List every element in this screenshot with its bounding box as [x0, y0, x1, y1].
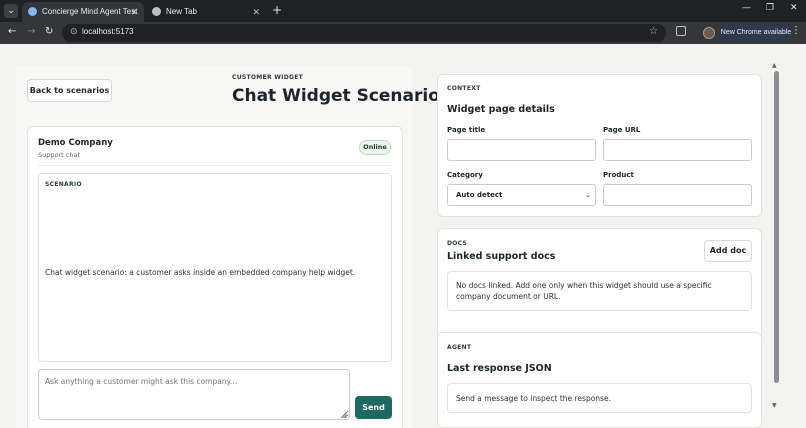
docs-empty-state: No docs linked. Add one only when this w…	[447, 271, 752, 311]
minimize-icon[interactable]: —	[742, 3, 751, 13]
tab-concierge[interactable]: Concierge Mind Agent Test ✕	[22, 2, 144, 22]
company-name: Demo Company	[38, 138, 113, 148]
page-title: Chat Widget Scenario	[232, 86, 440, 106]
extensions-icon[interactable]	[676, 26, 686, 36]
context-title: Widget page details	[447, 104, 555, 115]
tab-search-icon[interactable]: ⌄	[4, 4, 18, 18]
chrome-update-chip[interactable]: New Chrome available	[720, 25, 792, 41]
agent-title: Last response JSON	[447, 363, 552, 374]
chevron-down-icon: ⌄	[585, 191, 591, 199]
company-subtitle: Support chat	[38, 151, 80, 159]
docs-empty-line: company document or URL.	[456, 292, 561, 301]
chat-header-divider	[38, 165, 392, 166]
address-bar[interactable]: ⊙ localhost:5173 ☆	[62, 24, 666, 42]
status-badge: Online	[359, 140, 391, 155]
tab-new-tab[interactable]: New Tab ✕	[146, 2, 266, 22]
tab-close-icon[interactable]: ✕	[130, 3, 138, 21]
chrome-favicon-icon	[152, 7, 161, 16]
new-tab-plus-icon[interactable]: +	[272, 3, 282, 17]
profile-avatar[interactable]	[703, 27, 715, 39]
kebab-menu-icon[interactable]: ⋮	[791, 25, 801, 36]
bookmark-star-icon[interactable]: ☆	[649, 26, 658, 37]
page-viewport: Back to scenarios CUSTOMER WIDGET Chat W…	[0, 44, 806, 428]
site-info-icon[interactable]: ⊙	[70, 27, 78, 37]
scroll-down-arrow-icon[interactable]: ▼	[772, 402, 777, 409]
add-doc-button[interactable]: Add doc	[704, 240, 752, 262]
address-url: localhost:5173	[82, 27, 134, 36]
category-selected-value: Auto detect	[456, 191, 503, 199]
tab-title: New Tab	[166, 7, 197, 16]
window-close-icon[interactable]: ✕	[790, 3, 798, 13]
back-to-scenarios-button[interactable]: Back to scenarios	[27, 79, 112, 102]
page-title-input[interactable]	[447, 139, 596, 161]
chat-message-input[interactable]	[38, 369, 350, 420]
tab-close-icon[interactable]: ✕	[252, 3, 260, 21]
scenario-label: SCENARIO	[45, 181, 82, 188]
agent-empty-text: Send a message to inspect the response.	[456, 394, 611, 403]
resize-grip-icon[interactable]: ◢	[342, 412, 347, 419]
scrollbar-thumb[interactable]	[774, 71, 779, 383]
tab-title: Concierge Mind Agent Test	[42, 7, 138, 16]
agent-eyebrow: AGENT	[447, 344, 472, 351]
page-url-input[interactable]	[603, 139, 752, 161]
reload-icon[interactable]: ↻	[45, 25, 53, 39]
page-eyebrow: CUSTOMER WIDGET	[232, 74, 304, 81]
forward-arrow-icon[interactable]: →	[27, 25, 35, 39]
browser-tab-strip: ⌄ Concierge Mind Agent Test ✕ New Tab ✕ …	[0, 0, 806, 22]
agent-card	[437, 332, 762, 428]
product-label: Product	[603, 171, 634, 179]
restore-icon[interactable]: ❐	[766, 3, 774, 13]
send-button[interactable]: Send	[355, 396, 392, 419]
browser-toolbar: ← → ↻ ⊙ localhost:5173 ☆ New Chrome avai…	[0, 22, 806, 44]
docs-eyebrow: DOCS	[447, 240, 468, 247]
docs-empty-line: No docs linked. Add one only when this w…	[456, 281, 712, 290]
tab-favicon-icon	[28, 7, 37, 16]
scenario-message: Chat widget scenario: a customer asks in…	[45, 268, 356, 277]
category-label: Category	[447, 171, 483, 179]
agent-response-box: Send a message to inspect the response.	[447, 383, 752, 413]
category-select[interactable]: Auto detect ⌄	[447, 184, 596, 206]
docs-title: Linked support docs	[447, 251, 556, 262]
scroll-up-arrow-icon[interactable]: ▲	[772, 62, 777, 69]
product-input[interactable]	[603, 184, 752, 206]
page-url-label: Page URL	[603, 126, 641, 134]
back-arrow-icon[interactable]: ←	[8, 25, 16, 39]
page-title-label: Page title	[447, 126, 486, 134]
context-eyebrow: CONTEXT	[447, 85, 481, 92]
